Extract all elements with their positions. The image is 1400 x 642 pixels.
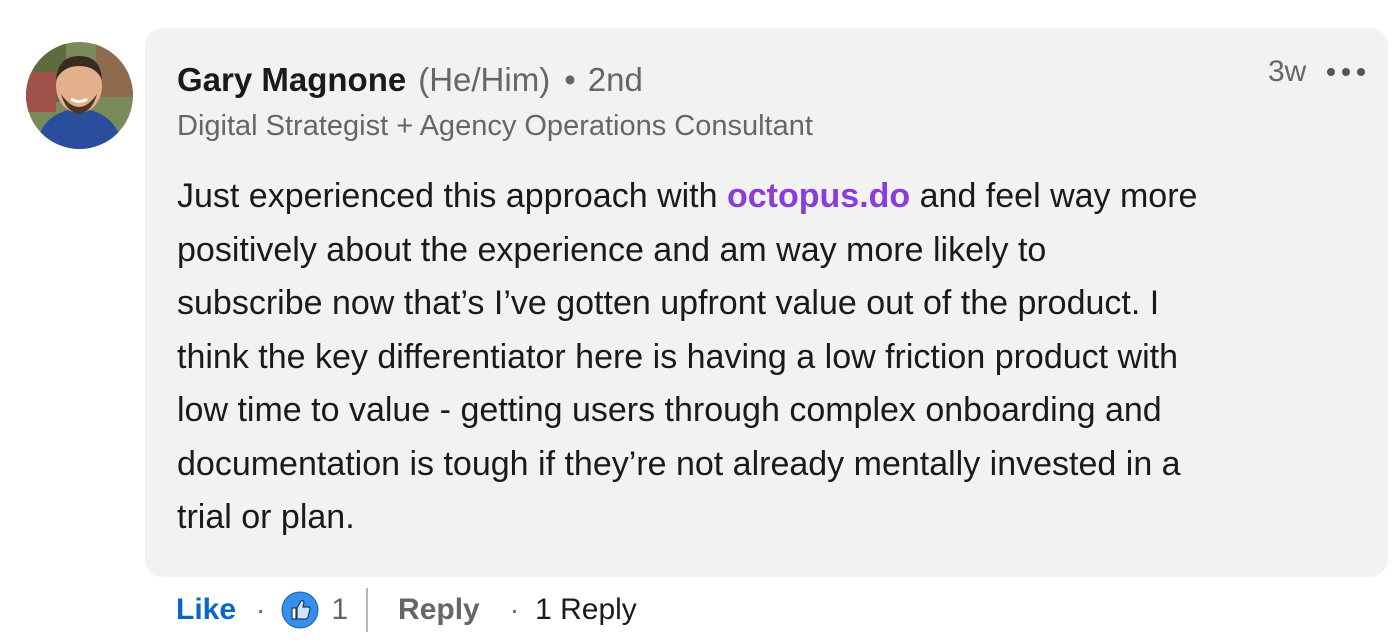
- comment-bubble: Gary Magnone (He/Him) • 2nd Digital Stra…: [145, 28, 1388, 577]
- body-text: and feel way more: [910, 177, 1198, 215]
- comment-actions: Like · 1 Reply · 1 Reply: [176, 585, 637, 635]
- author-name[interactable]: Gary Magnone: [177, 61, 406, 99]
- body-text: Just experienced this approach with: [177, 177, 727, 215]
- author-pronouns: (He/Him): [418, 61, 551, 98]
- like-reaction-icon[interactable]: [281, 591, 319, 629]
- reply-count-link[interactable]: 1 Reply: [535, 593, 637, 627]
- more-dot: [1357, 68, 1365, 76]
- separator-dot: •: [564, 61, 576, 98]
- divider: [366, 588, 369, 632]
- comment-body: Just experienced this approach with octo…: [177, 170, 1367, 545]
- octopus-link[interactable]: octopus.do: [727, 177, 910, 215]
- more-dot: [1327, 68, 1335, 76]
- body-line: documentation is tough if they’re not al…: [177, 444, 1181, 483]
- body-line: Just experienced this approach with octo…: [177, 170, 1367, 224]
- author-headline: Digital Strategist + Agency Operations C…: [177, 110, 813, 142]
- more-dot: [1342, 68, 1350, 76]
- reaction-count[interactable]: 1: [331, 593, 348, 627]
- like-button[interactable]: Like: [176, 593, 236, 627]
- connection-degree: 2nd: [587, 61, 643, 98]
- separator-dot: ·: [256, 594, 266, 625]
- comment-thread: Gary Magnone (He/Him) • 2nd Digital Stra…: [0, 0, 1400, 642]
- body-line: think the key differentiator here is hav…: [177, 337, 1179, 376]
- reply-button[interactable]: Reply: [398, 593, 480, 627]
- comment-timestamp: 3w: [1268, 55, 1307, 88]
- body-line: positively about the experience and am w…: [177, 230, 1047, 269]
- more-options-icon[interactable]: [1327, 62, 1365, 82]
- avatar[interactable]: [26, 42, 133, 149]
- separator-dot: ·: [509, 594, 520, 625]
- body-line: low time to value - getting users throug…: [177, 391, 1162, 429]
- author-row: Gary Magnone (He/Him) • 2nd: [177, 58, 643, 102]
- body-line: trial or plan.: [177, 498, 355, 536]
- body-line: subscribe now that’s I’ve gotten upfront…: [177, 284, 1160, 322]
